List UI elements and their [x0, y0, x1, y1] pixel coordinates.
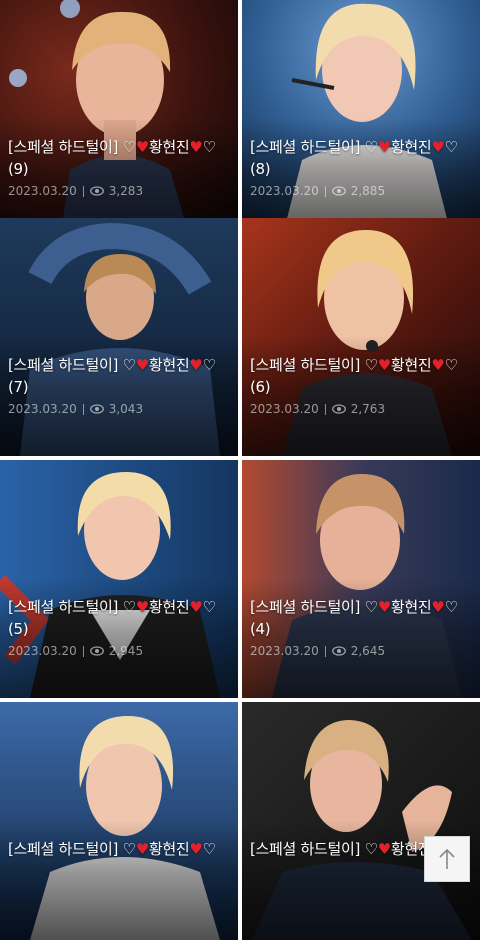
- post-number: (4): [250, 620, 271, 638]
- post-title: [스페셜 하드털이] ♡♥황현진♥♡ (5): [8, 598, 216, 638]
- view-count: 2,885: [350, 184, 386, 198]
- post-number: (9): [8, 160, 29, 178]
- post-date: 2023.03.20: [250, 644, 319, 658]
- heart-icon: ♥: [189, 598, 203, 616]
- heart-icon: ♥: [377, 840, 391, 858]
- heart-icon: ♥: [135, 356, 149, 374]
- post-grid: [스페셜 하드털이] ♡♥황현진♥♡ (9) 2023.03.20 3,283 [스…: [0, 0, 480, 940]
- scroll-to-top-button[interactable]: [424, 836, 470, 882]
- post-date: 2023.03.20: [250, 184, 319, 198]
- post-number: (5): [8, 620, 29, 638]
- heart-icon: ♥: [431, 138, 445, 156]
- post-number: (7): [8, 378, 29, 396]
- heart-icon: ♥: [189, 356, 203, 374]
- heart-icon: ♥: [377, 598, 391, 616]
- post-title: [스페셜 하드털이] ♡♥황현진♥♡ (7): [8, 356, 216, 396]
- post-date: 2023.03.20: [8, 184, 77, 198]
- post-number: (8): [250, 160, 271, 178]
- view-count: 2,645: [350, 644, 386, 658]
- post-meta: 2023.03.20 2,945: [8, 644, 143, 658]
- heart-icon: ♥: [431, 598, 445, 616]
- post-date: 2023.03.20: [250, 402, 319, 416]
- heart-icon: ♥: [377, 138, 391, 156]
- post-card-9[interactable]: [스페셜 하드털이] ♡♥황현진♥♡ (9) 2023.03.20 3,283: [0, 0, 238, 238]
- post-card-5[interactable]: [스페셜 하드털이] ♡♥황현진♥♡ (5) 2023.03.20 2,945: [0, 460, 238, 698]
- eye-icon: [89, 404, 104, 414]
- post-meta: 2023.03.20 2,885: [250, 184, 385, 198]
- post-card-4[interactable]: [스페셜 하드털이] ♡♥황현진♥♡ (4) 2023.03.20 2,645: [242, 460, 480, 698]
- eye-icon: [331, 404, 346, 414]
- post-meta: 2023.03.20 2,645: [250, 644, 385, 658]
- heart-icon: ♥: [135, 598, 149, 616]
- post-meta: 2023.03.20 2,763: [250, 402, 385, 416]
- post-meta: 2023.03.20 3,283: [8, 184, 143, 198]
- post-card-3[interactable]: [스페셜 하드털이] ♡♥황현진♥♡: [0, 702, 238, 940]
- view-count: 3,043: [108, 402, 144, 416]
- post-title: [스페셜 하드털이] ♡♥황현진♥♡ (6): [250, 356, 458, 396]
- post-meta: 2023.03.20 3,043: [8, 402, 143, 416]
- post-card-6[interactable]: [스페셜 하드털이] ♡♥황현진♥♡ (6) 2023.03.20 2,763: [242, 218, 480, 456]
- arrow-up-icon: [439, 848, 455, 869]
- post-title: [스페셜 하드털이] ♡♥황현진♥♡ (8): [250, 138, 458, 178]
- view-count: 2,945: [108, 644, 144, 658]
- heart-icon: ♥: [377, 356, 391, 374]
- eye-icon: [331, 646, 346, 656]
- heart-icon: ♥: [135, 138, 149, 156]
- post-date: 2023.03.20: [8, 644, 77, 658]
- post-title: [스페셜 하드털이] ♡♥황현진♥♡ (4): [250, 598, 458, 638]
- heart-icon: ♥: [189, 138, 203, 156]
- post-title: [스페셜 하드털이] ♡♥황현진♥♡: [8, 840, 216, 858]
- post-card-7[interactable]: [스페셜 하드털이] ♡♥황현진♥♡ (7) 2023.03.20 3,043: [0, 218, 238, 456]
- eye-icon: [331, 186, 346, 196]
- heart-icon: ♥: [135, 840, 149, 858]
- post-number: (6): [250, 378, 271, 396]
- view-count: 2,763: [350, 402, 386, 416]
- post-card-2[interactable]: [스페셜 하드털이] ♡♥황현진♥♡: [242, 702, 480, 940]
- post-title: [스페셜 하드털이] ♡♥황현진♥♡ (9): [8, 138, 216, 178]
- eye-icon: [89, 646, 104, 656]
- heart-icon: ♥: [189, 840, 203, 858]
- post-date: 2023.03.20: [8, 402, 77, 416]
- view-count: 3,283: [108, 184, 144, 198]
- heart-icon: ♥: [431, 356, 445, 374]
- post-card-8[interactable]: [스페셜 하드털이] ♡♥황현진♥♡ (8) 2023.03.20 2,885: [242, 0, 480, 238]
- eye-icon: [89, 186, 104, 196]
